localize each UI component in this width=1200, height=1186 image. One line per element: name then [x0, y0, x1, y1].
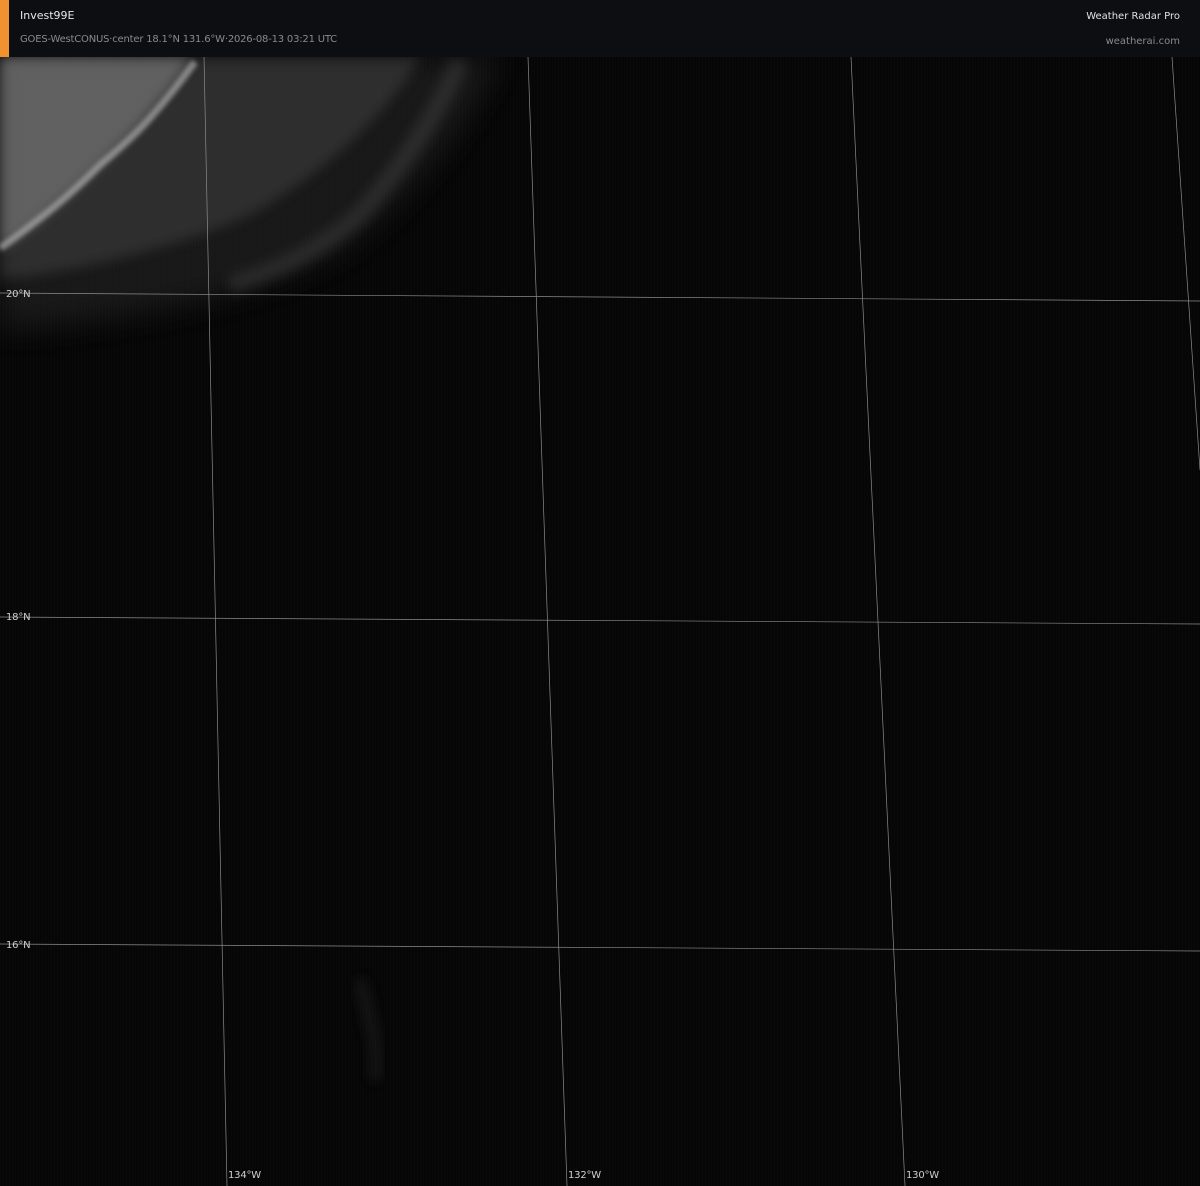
latitude-label-20n: 20°N	[6, 289, 31, 300]
image-info: GOES-WestCONUS·center 18.1°N 131.6°W·202…	[20, 34, 337, 45]
header-bar: Invest99E GOES-WestCONUS·center 18.1°N 1…	[0, 0, 1200, 57]
website-link[interactable]: weatherai.com	[1106, 36, 1180, 47]
latitude-label-16n: 16°N	[6, 940, 31, 951]
longitude-label-132w: 132°W	[568, 1170, 601, 1181]
storm-name: Invest99E	[20, 9, 75, 22]
satellite-viewer: Invest99E GOES-WestCONUS·center 18.1°N 1…	[0, 0, 1200, 1186]
accent-bar	[0, 0, 9, 57]
longitude-label-134w: 134°W	[228, 1170, 261, 1181]
map-canvas	[0, 57, 1200, 1186]
latitude-label-18n: 18°N	[6, 612, 31, 623]
longitude-label-130w: 130°W	[906, 1170, 939, 1181]
brand-name[interactable]: Weather Radar Pro	[1086, 11, 1180, 22]
satellite-map[interactable]: 20°N 18°N 16°N 134°W 132°W 130°W	[0, 57, 1200, 1186]
